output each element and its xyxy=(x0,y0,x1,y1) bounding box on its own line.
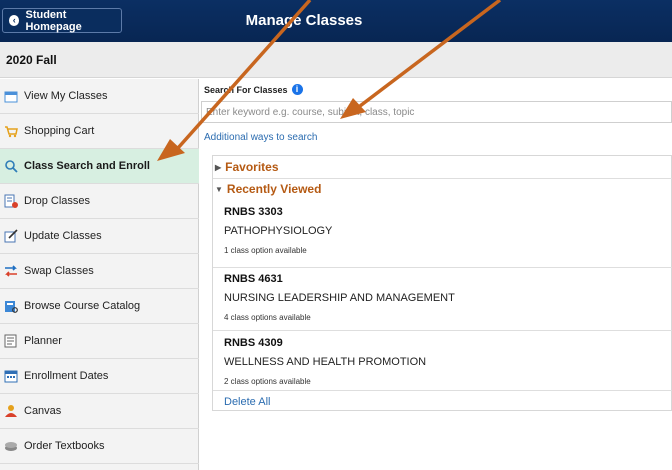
sidebar-item-swap-classes[interactable]: Swap Classes xyxy=(0,254,199,289)
search-label-text: Search For Classes xyxy=(204,84,288,95)
course-options: 4 class options available xyxy=(224,313,311,322)
recent-course-item[interactable]: RNBS 4631 NURSING LEADERSHIP AND MANAGEM… xyxy=(213,268,672,332)
sidebar-item-label: Shopping Cart xyxy=(24,125,95,137)
sidebar-item-order-textbooks[interactable]: Order Textbooks xyxy=(0,429,199,464)
favorites-label: Favorites xyxy=(225,160,279,174)
header-bar: Manage Classes ‹ Student Homepage xyxy=(0,0,672,42)
chevron-left-icon: ‹ xyxy=(9,15,20,26)
course-title: WELLNESS AND HEALTH PROMOTION xyxy=(224,356,427,368)
info-icon[interactable]: i xyxy=(291,84,303,95)
recent-panel: ▶ Favorites ▼ Recently Viewed RNBS 3303 … xyxy=(212,155,672,411)
recent-course-item[interactable]: RNBS 4309 WELLNESS AND HEALTH PROMOTION … xyxy=(213,332,672,396)
sidebar: View My Classes Shopping Cart Class Sear… xyxy=(0,79,199,470)
recently-viewed-toggle[interactable]: ▼ Recently Viewed xyxy=(213,179,672,199)
student-homepage-button[interactable]: ‹ Student Homepage xyxy=(2,8,122,33)
cart-icon xyxy=(5,126,18,138)
sidebar-item-class-search-and-enroll[interactable]: Class Search and Enroll xyxy=(0,149,199,184)
sidebar-item-update-classes[interactable]: Update Classes xyxy=(0,219,199,254)
swap-icon xyxy=(5,265,17,277)
sidebar-item-shopping-cart[interactable]: Shopping Cart xyxy=(0,114,199,149)
search-icon xyxy=(5,160,18,173)
sidebar-item-enrollment-dates[interactable]: Enrollment Dates xyxy=(0,359,199,394)
sidebar-item-label: Browse Course Catalog xyxy=(24,300,141,312)
course-title: NURSING LEADERSHIP AND MANAGEMENT xyxy=(224,292,455,304)
catalog-icon xyxy=(5,301,18,313)
course-code: RNBS 4631 xyxy=(224,273,283,285)
sidebar-item-view-my-classes[interactable]: View My Classes xyxy=(0,79,199,114)
sidebar-item-label: Enrollment Dates xyxy=(24,370,109,382)
sidebar-item-label: Order Textbooks xyxy=(24,440,105,452)
sidebar-item-label: Swap Classes xyxy=(24,265,94,277)
search-input[interactable] xyxy=(201,101,672,123)
calendar-grid-icon xyxy=(4,370,18,383)
edit-icon xyxy=(4,229,18,243)
recent-course-item[interactable]: RNBS 3303 PATHOPHYSIOLOGY 1 class option… xyxy=(213,201,672,265)
caret-right-icon: ▶ xyxy=(215,162,222,172)
recently-viewed-label: Recently Viewed xyxy=(226,182,322,196)
course-options: 1 class option available xyxy=(224,246,307,255)
sidebar-item-browse-course-catalog[interactable]: Browse Course Catalog xyxy=(0,289,199,324)
planner-icon xyxy=(4,334,17,348)
caret-down-icon: ▼ xyxy=(215,184,223,194)
additional-ways-link[interactable]: Additional ways to search xyxy=(204,132,317,143)
sidebar-item-label: Planner xyxy=(24,335,62,347)
sidebar-item-label: View My Classes xyxy=(24,90,108,102)
term-label: 2020 Fall xyxy=(6,53,57,67)
sidebar-item-label: Class Search and Enroll xyxy=(24,160,150,172)
course-title: PATHOPHYSIOLOGY xyxy=(224,225,333,237)
course-code: RNBS 3303 xyxy=(224,206,283,218)
favorites-toggle[interactable]: ▶ Favorites xyxy=(213,157,672,177)
sidebar-item-label: Update Classes xyxy=(24,230,102,242)
person-icon xyxy=(5,405,17,417)
sidebar-item-canvas[interactable]: Canvas xyxy=(0,394,199,429)
divider xyxy=(213,390,672,391)
drop-icon xyxy=(4,194,18,208)
sidebar-item-drop-classes[interactable]: Drop Classes xyxy=(0,184,199,219)
course-options: 2 class options available xyxy=(224,377,311,386)
books-icon xyxy=(5,442,17,451)
divider xyxy=(213,330,672,331)
student-homepage-label: Student Homepage xyxy=(25,8,82,33)
main-content: Search For Classes i Additional ways to … xyxy=(200,79,672,470)
sidebar-item-label: Drop Classes xyxy=(24,195,91,207)
calendar-icon xyxy=(4,91,18,103)
term-bar: 2020 Fall xyxy=(0,42,672,78)
app-root: Manage Classes ‹ Student Homepage 2020 F… xyxy=(0,0,672,470)
course-code: RNBS 4309 xyxy=(224,337,283,349)
search-section-label: Search For Classes i xyxy=(204,84,303,95)
sidebar-item-planner[interactable]: Planner xyxy=(0,324,199,359)
sidebar-item-label: Canvas xyxy=(24,405,62,417)
delete-all-link[interactable]: Delete All xyxy=(224,396,270,408)
